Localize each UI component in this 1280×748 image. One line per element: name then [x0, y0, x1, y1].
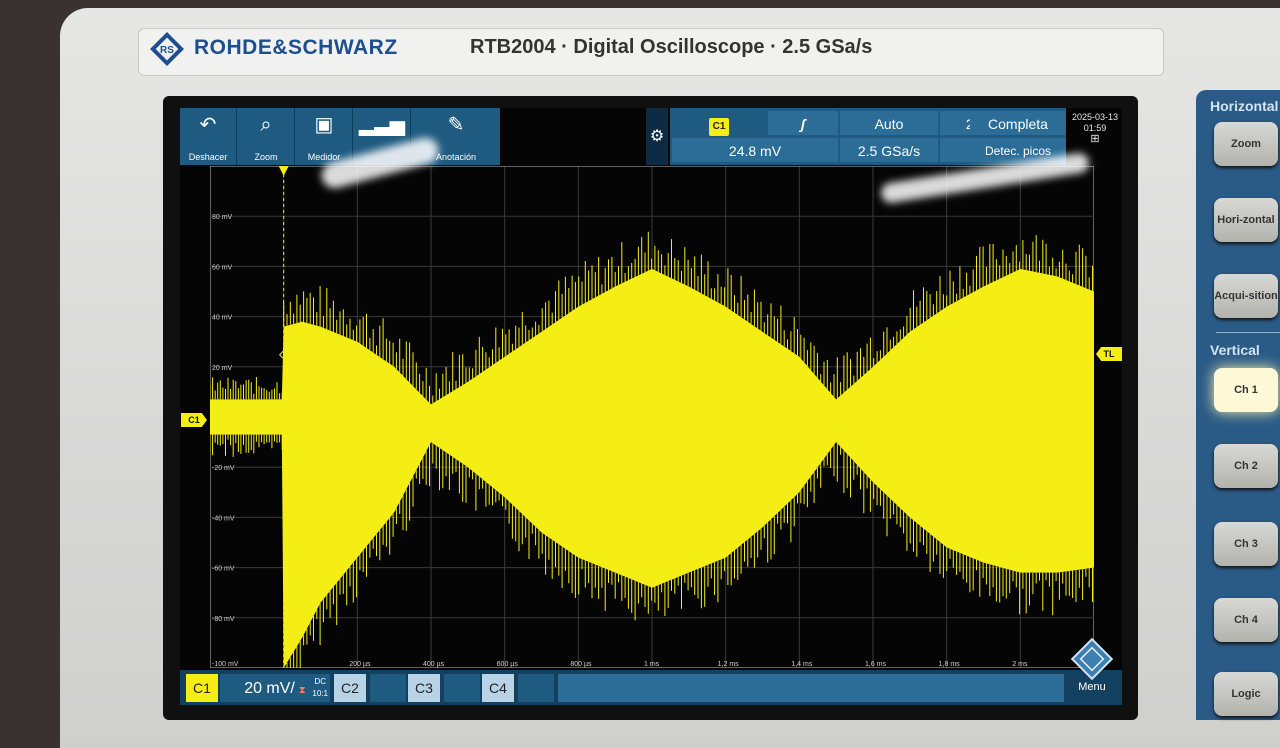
- channel1-probe: 10:1: [312, 689, 328, 698]
- logic-hardware-button[interactable]: Logic: [1214, 672, 1278, 716]
- channel2-button[interactable]: C2: [334, 674, 366, 702]
- x-tick-label: 1,6 ms: [865, 661, 887, 668]
- ch1-hardware-button[interactable]: Ch 1: [1214, 368, 1278, 412]
- channel2-slot: [370, 674, 406, 702]
- acquisition-hardware-button[interactable]: Acqui-sition: [1214, 274, 1278, 318]
- vertical-section-title: Vertical: [1210, 342, 1260, 358]
- channel3-slot: [444, 674, 480, 702]
- model-title: RTB2004 · Digital Oscilloscope · 2.5 GSa…: [470, 36, 873, 58]
- ch4-hardware-button[interactable]: Ch 4: [1214, 598, 1278, 642]
- rising-edge-icon: ʃ: [800, 116, 806, 132]
- x-tick-label: 800 µs: [570, 661, 592, 668]
- horizontal-hardware-button[interactable]: Hori-zontal: [1214, 198, 1278, 242]
- svg-text:RS: RS: [160, 45, 174, 56]
- y-tick-label: 80 mV: [212, 214, 233, 221]
- trigger-source-cell[interactable]: C1: [672, 111, 766, 136]
- x-tick-label: 400 µs: [423, 661, 445, 668]
- meter-button[interactable]: ▣ Medidor: [296, 108, 353, 165]
- zoom-tool-button[interactable]: ⌕ Zoom: [238, 108, 295, 165]
- channel3-button[interactable]: C3: [408, 674, 440, 702]
- x-tick-label: 1,8 ms: [939, 661, 961, 668]
- trigger-source-badge: C1: [708, 118, 730, 136]
- y-tick-label: 60 mV: [212, 264, 233, 271]
- y-tick-label: -40 mV: [212, 515, 235, 522]
- undo-icon: ↶: [199, 114, 217, 136]
- channel1-settings[interactable]: 20 mV/ ⧗ DC 10:1: [220, 674, 330, 702]
- zoom-label: Zoom: [254, 152, 278, 162]
- magnifier-icon: ⌕: [260, 114, 272, 136]
- ch2-hardware-button[interactable]: Ch 2: [1214, 444, 1278, 488]
- horizontal-section-title: Horizontal: [1210, 98, 1279, 114]
- y-tick-label: -80 mV: [212, 616, 235, 623]
- ch3-hardware-button[interactable]: Ch 3: [1214, 522, 1278, 566]
- y-tick-label: -20 mV: [212, 465, 235, 472]
- x-tick-label: 1,2 ms: [718, 661, 740, 668]
- x-tick-label: 2 ms: [1012, 661, 1028, 668]
- y-tick-label: 40 mV: [212, 315, 233, 322]
- undo-label: Deshacer: [188, 152, 228, 162]
- meter-icon: ▣: [314, 114, 334, 136]
- trigger-level-marker[interactable]: TL: [1096, 347, 1122, 361]
- datetime: 2025-03-13 01:59 ⊞: [1068, 112, 1122, 145]
- channel-bar-filler: [558, 674, 1064, 702]
- undo-button[interactable]: ↶ Deshacer: [180, 108, 237, 165]
- section-divider: [1216, 332, 1280, 333]
- channel1-offset-marker[interactable]: C1: [181, 413, 207, 427]
- settings-gear-icon[interactable]: ⚙: [646, 108, 668, 165]
- x-tick-label: 1,4 ms: [791, 661, 813, 668]
- y-tick-label: 20 mV: [212, 365, 233, 372]
- channel4-button[interactable]: C4: [482, 674, 514, 702]
- channel-bar: C1 20 mV/ ⧗ DC 10:1 C2 C3 C4: [180, 670, 1122, 705]
- histogram-icon: ▂▃▅: [358, 114, 406, 136]
- menu-label: Menu: [1078, 681, 1106, 693]
- trigger-level-cell[interactable]: 24.8 mV: [672, 138, 838, 162]
- channel4-slot: [518, 674, 554, 702]
- sample-rate-cell: 2.5 GSa/s: [840, 138, 938, 162]
- channel1-badge[interactable]: C1: [186, 674, 218, 702]
- x-tick-label: 600 µs: [497, 661, 519, 668]
- channel1-scale: 20 mV/: [244, 680, 295, 697]
- zoom-hardware-button[interactable]: Zoom: [1214, 122, 1278, 166]
- y-tick-label: -60 mV: [212, 566, 235, 573]
- y-tick-label: -100 mV: [212, 661, 239, 668]
- network-icon: ⊞: [1090, 133, 1100, 145]
- waveform-plot[interactable]: 80 mV 60 mV 40 mV 20 mV -20 mV -40 mV -60 mV -8…: [210, 166, 1094, 668]
- x-tick-label: 200 µs: [349, 661, 371, 668]
- rohde-schwarz-logo: RS: [150, 32, 184, 66]
- x-tick-label: 1 ms: [644, 661, 660, 668]
- trigger-slope-cell[interactable]: ʃ: [768, 111, 838, 135]
- toolbar: ↶ Deshacer ⌕ Zoom ▣ Medidor ▂▃▅ ✎ Anotac…: [180, 108, 500, 165]
- trigger-mode-cell[interactable]: Auto: [840, 111, 938, 135]
- menu-button[interactable]: Menu: [1066, 636, 1118, 694]
- pencil-icon: ✎: [447, 114, 465, 136]
- menu-diamond-icon: [1070, 637, 1114, 681]
- coupling-icon: ⧗: [298, 685, 306, 696]
- acquisition-mode-cell[interactable]: Completa: [970, 111, 1066, 135]
- brand-name: ROHDE&SCHWARZ: [194, 36, 398, 59]
- date-text: 2025-03-13: [1071, 112, 1119, 122]
